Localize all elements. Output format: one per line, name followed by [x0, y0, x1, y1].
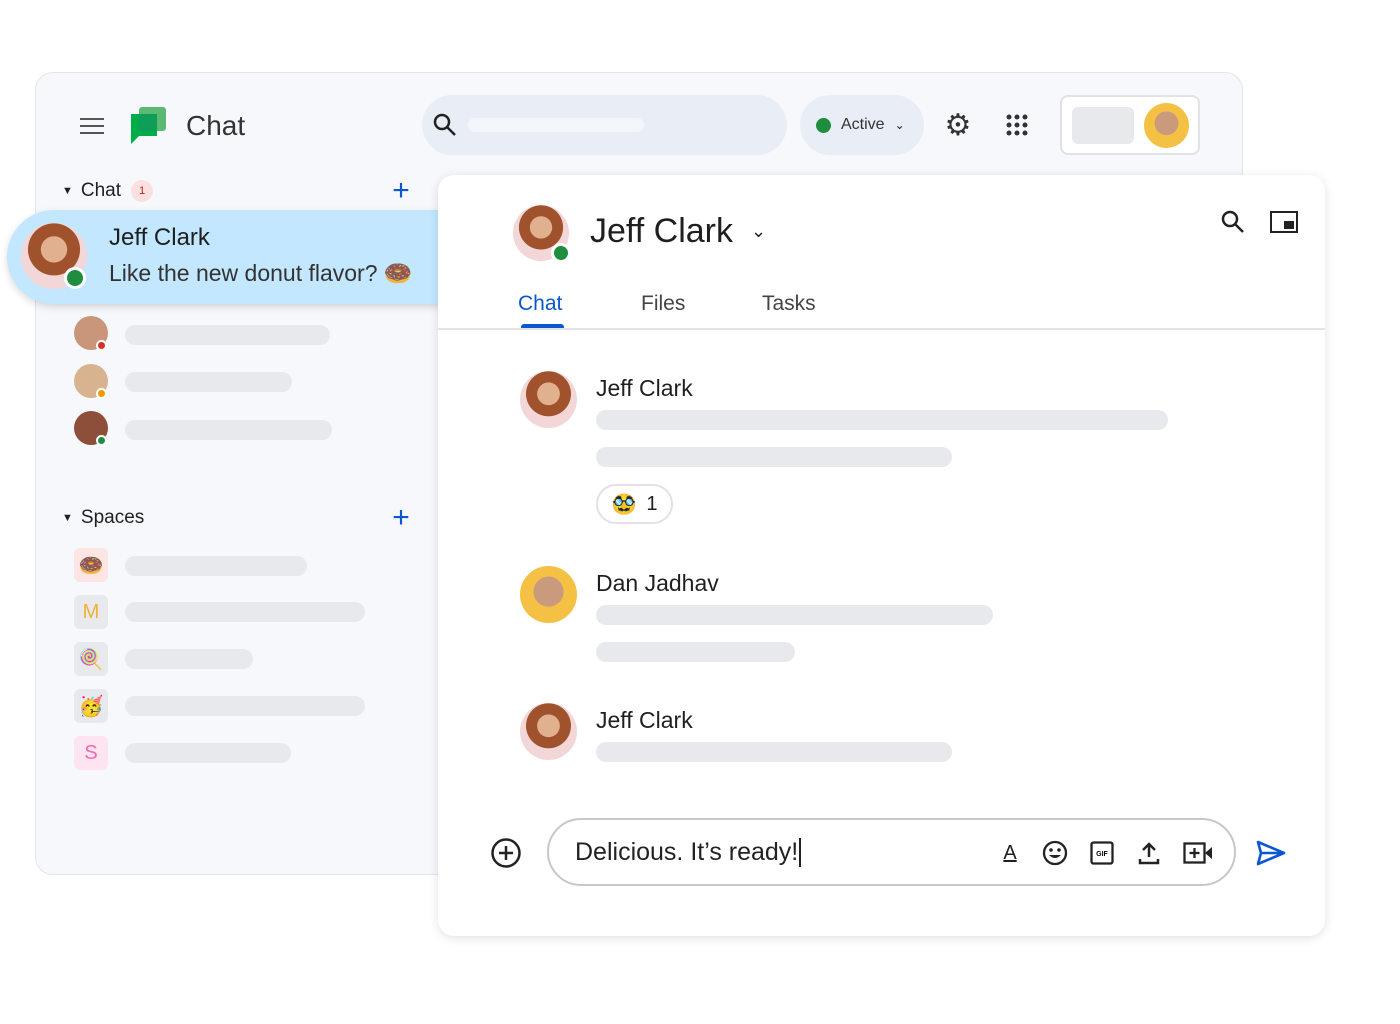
account-placeholder	[1072, 107, 1134, 144]
tabs-divider	[438, 328, 1325, 330]
send-icon[interactable]	[1254, 836, 1288, 870]
message-composer[interactable]: Delicious. It’s ready! A GIF	[547, 818, 1236, 886]
message-placeholder	[596, 642, 795, 662]
sender-avatar	[520, 703, 577, 760]
unread-badge: 1	[131, 180, 154, 202]
new-chat-plus-icon[interactable]: +	[388, 174, 414, 207]
app-title: Chat	[186, 110, 246, 141]
space-icon[interactable]: M	[74, 595, 108, 629]
tab-tasks[interactable]: Tasks	[762, 292, 816, 316]
reaction-chip[interactable]: 🥸 1	[596, 484, 673, 524]
message-placeholder	[596, 410, 1168, 430]
search-bar[interactable]	[422, 95, 787, 155]
search-icon[interactable]	[1218, 207, 1248, 237]
message-placeholder	[596, 742, 952, 762]
status-dropdown[interactable]: Active ⌄	[800, 95, 924, 155]
online-dot	[96, 435, 107, 446]
caret-down-icon: ▼	[62, 512, 73, 524]
dnd-dot	[96, 340, 107, 351]
gif-icon[interactable]: GIF	[1087, 838, 1117, 868]
add-circle-icon[interactable]	[489, 836, 523, 870]
tab-files[interactable]: Files	[641, 292, 685, 316]
chat-name: Jeff Clark	[109, 224, 210, 251]
upload-icon[interactable]	[1134, 838, 1164, 868]
picture-in-picture-icon[interactable]	[1268, 207, 1300, 237]
spaces-section-header[interactable]: ▼ Spaces	[62, 507, 144, 529]
caret-down-icon: ▼	[62, 185, 73, 197]
online-dot	[64, 267, 86, 289]
format-text-icon[interactable]: A	[995, 838, 1025, 868]
chat-preview: Like the new donut flavor? 🍩	[109, 260, 413, 286]
conversation-title[interactable]: Jeff Clark ⌄	[590, 212, 766, 251]
selected-chat-item[interactable]: Jeff Clark Like the new donut flavor? 🍩	[7, 210, 500, 304]
message-placeholder	[596, 605, 993, 625]
chat-placeholder	[125, 325, 330, 345]
space-placeholder	[125, 602, 365, 622]
tab-chat[interactable]: Chat	[518, 292, 562, 316]
space-placeholder	[125, 696, 365, 716]
emoji-icon[interactable]	[1040, 838, 1070, 868]
away-dot	[96, 388, 107, 399]
user-avatar[interactable]	[1144, 103, 1189, 148]
message-sender: Jeff Clark	[596, 707, 693, 733]
reaction-count: 1	[646, 492, 658, 515]
new-space-plus-icon[interactable]: +	[388, 501, 414, 534]
status-dot	[816, 117, 831, 133]
space-icon[interactable]: S	[74, 736, 108, 770]
chat-section-header[interactable]: ▼ Chat 1	[62, 180, 154, 202]
space-placeholder	[125, 649, 253, 669]
space-icon[interactable]: 🥳	[74, 689, 108, 723]
sender-avatar	[520, 371, 577, 428]
search-icon	[430, 110, 460, 140]
space-icon[interactable]: 🍩	[74, 548, 108, 582]
chevron-down-icon: ⌄	[750, 221, 767, 241]
gear-icon[interactable]: ⚙	[942, 109, 974, 142]
chat-placeholder	[125, 372, 292, 392]
title-text: Jeff Clark	[590, 212, 733, 250]
menu-icon[interactable]	[78, 112, 106, 140]
status-label: Active	[841, 116, 885, 133]
chat-section-label: Chat	[80, 180, 122, 201]
svg-text:GIF: GIF	[1096, 851, 1108, 858]
chevron-down-icon: ⌄	[894, 118, 905, 132]
spaces-section-label: Spaces	[80, 507, 145, 528]
chat-placeholder	[125, 420, 332, 440]
chat-logo-icon	[130, 106, 168, 146]
message-input[interactable]: Delicious. It’s ready!	[575, 838, 802, 867]
account-switcher[interactable]	[1060, 95, 1200, 155]
sender-avatar	[520, 566, 577, 623]
space-placeholder	[125, 556, 307, 576]
search-input[interactable]	[468, 118, 644, 132]
online-dot	[551, 243, 571, 263]
reaction-emoji: 🥸	[611, 493, 637, 516]
message-sender: Dan Jadhav	[596, 570, 719, 596]
message-placeholder	[596, 447, 952, 467]
space-icon[interactable]: 🍭	[74, 642, 108, 676]
video-meeting-icon[interactable]	[1181, 838, 1215, 868]
message-sender: Jeff Clark	[596, 375, 693, 401]
apps-grid-icon[interactable]	[1002, 110, 1032, 140]
space-placeholder	[125, 743, 291, 763]
